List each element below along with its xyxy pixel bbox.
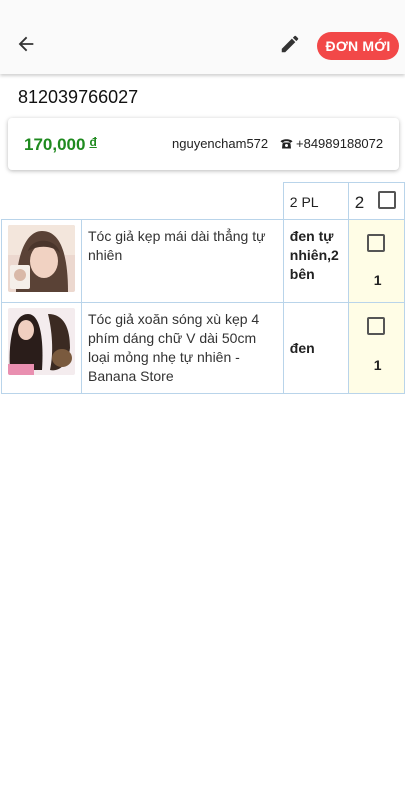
quantity-cell: 1 [347, 302, 405, 394]
customer-username: nguyencham572 [172, 136, 269, 151]
select-all-checkbox[interactable] [377, 191, 396, 209]
product-name: Tóc giả kẹp mái dài thẳng tự nhiên [81, 219, 284, 303]
table-header-row: 2 PL 2 [2, 182, 405, 220]
currency-symbol: đ [89, 135, 97, 149]
item-checkbox[interactable] [366, 317, 385, 335]
total-qty-header: 2 [347, 182, 405, 220]
order-items-table: 2 PL 2 Tóc giả kẹp mái dài thẳng tự nhiê… [1, 182, 405, 394]
new-order-button[interactable]: ĐƠN MỚI [317, 32, 399, 60]
quantity-cell: 1 [347, 219, 405, 303]
telephone-icon [280, 138, 293, 149]
table-row[interactable]: Tóc giả kẹp mái dài thẳng tự nhiên đen t… [1, 219, 405, 303]
product-image-cell [1, 219, 82, 303]
product-image [8, 308, 75, 375]
app-bar: ĐƠN MỚI [0, 0, 405, 74]
edit-button[interactable] [274, 30, 306, 62]
order-total: 170,000 đ [24, 135, 97, 155]
header-spacer [2, 183, 82, 220]
customer-phone[interactable]: +84989188072 [280, 136, 383, 151]
product-image [8, 225, 75, 292]
product-name: Tóc giả xoăn sóng xù kẹp 4 phím dáng chữ… [81, 302, 284, 394]
item-checkbox[interactable] [366, 234, 385, 252]
table-row[interactable]: Tóc giả xoăn sóng xù kẹp 4 phím dáng chữ… [1, 302, 405, 394]
item-quantity: 1 [373, 272, 382, 288]
variant-count-header: 2 PL [282, 182, 349, 220]
order-summary-card: 170,000 đ nguyencham572 +84989188072 [8, 118, 399, 170]
order-total-amount: 170,000 [24, 135, 86, 154]
product-variant: đen [282, 302, 349, 394]
total-qty: 2 [354, 193, 365, 212]
back-button[interactable] [10, 30, 42, 62]
pencil-icon [279, 33, 301, 60]
product-image-cell [1, 302, 82, 394]
phone-number: +84989188072 [296, 136, 384, 151]
order-code: 812039766027 [18, 87, 139, 107]
header-spacer [82, 183, 284, 220]
arrow-left-icon [15, 33, 37, 60]
product-variant: đen tự nhiên,2 bên [282, 219, 349, 303]
item-quantity: 1 [373, 357, 382, 373]
